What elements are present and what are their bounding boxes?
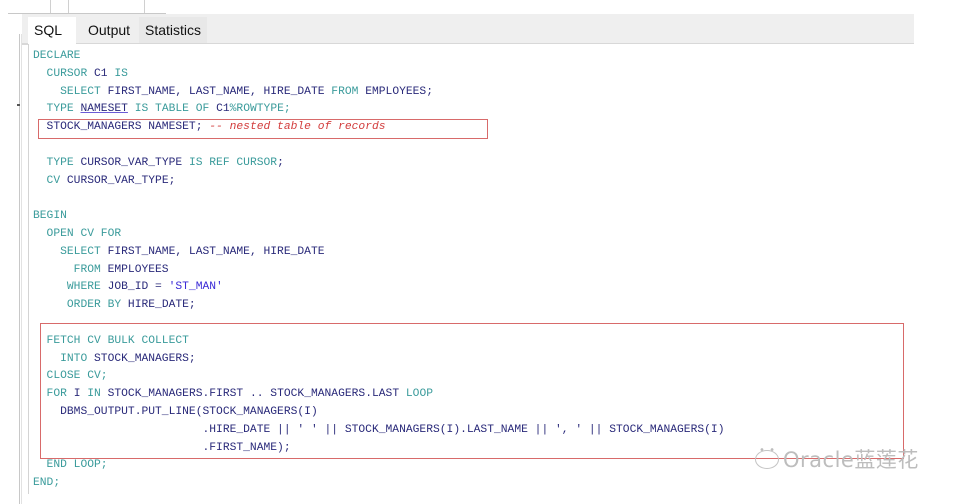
code-keyword: CURSOR	[33, 67, 95, 80]
code-line: END;	[33, 475, 724, 493]
code-keyword: END LOOP;	[33, 459, 108, 472]
tab-sql[interactable]: SQL	[28, 17, 76, 45]
highlight-box-nested-table	[38, 119, 488, 139]
code-keyword: DECLARE	[33, 50, 81, 62]
code-keyword: IS	[114, 67, 128, 80]
code-identifier: FIRST_NAME, LAST_NAME, HIRE_DATE	[107, 245, 325, 258]
code-keyword: %ROWTYPE;	[229, 103, 291, 116]
left-gutter	[0, 14, 22, 504]
code-keyword: OPEN CV FOR	[33, 227, 122, 240]
gutter-marker	[17, 104, 20, 106]
code-identifier: EMPLOYEES	[107, 263, 169, 276]
code-string: 'ST_MAN'	[168, 281, 223, 294]
code-keyword: IS TABLE OF	[127, 103, 217, 116]
code-line: OPEN CV FOR	[33, 226, 724, 244]
wechat-icon	[755, 445, 779, 469]
code-keyword: FROM	[33, 263, 108, 276]
code-identifier: FIRST_NAME, LAST_NAME, HIRE_DATE	[107, 85, 332, 98]
gutter-border	[21, 34, 22, 504]
code-identifier: C1	[216, 103, 230, 116]
code-identifier: JOB_ID =	[107, 281, 169, 294]
toolbar-divider	[68, 0, 69, 13]
toolbar-divider	[50, 0, 51, 13]
code-identifier: ;	[277, 156, 284, 169]
code-keyword: WHERE	[33, 281, 108, 294]
code-keyword: FROM	[331, 85, 366, 98]
code-keyword: SELECT	[33, 85, 108, 98]
code-line: WHERE JOB_ID = 'ST_MAN'	[33, 279, 724, 297]
toolbar-divider	[144, 0, 145, 13]
top-toolbar-strip	[8, 0, 166, 14]
code-line: ORDER BY HIRE_DATE;	[33, 297, 724, 315]
watermark: Oracle蓝莲花	[755, 444, 919, 474]
code-keyword: TYPE	[33, 103, 81, 116]
watermark-text: Oracle蓝莲花	[783, 448, 919, 472]
code-keyword: BEGIN	[33, 210, 67, 223]
code-line: TYPE NAMESET IS TABLE OF C1%ROWTYPE;	[33, 101, 724, 119]
code-keyword: END;	[33, 477, 61, 490]
code-keyword: CV	[33, 174, 67, 187]
highlight-box-bulk-collect	[40, 323, 904, 459]
code-identifier: CURSOR_VAR_TYPE	[80, 156, 189, 169]
code-line: CV CURSOR_VAR_TYPE;	[33, 173, 724, 191]
code-identifier: EMPLOYEES;	[365, 85, 433, 98]
code-identifier: C1	[94, 67, 115, 80]
code-identifier: HIRE_DATE;	[127, 299, 196, 312]
tab-statistics[interactable]: Statistics	[139, 17, 208, 43]
code-identifier: CURSOR_VAR_TYPE;	[66, 174, 176, 187]
code-keyword: IS REF CURSOR	[188, 156, 278, 169]
code-line: DECLARE	[33, 48, 724, 66]
code-keyword: SELECT	[33, 245, 108, 258]
code-line: BEGIN	[33, 208, 724, 226]
code-line: TYPE CURSOR_VAR_TYPE IS REF CURSOR;	[33, 155, 724, 173]
code-line: FROM EMPLOYEES	[33, 262, 724, 280]
result-tabbar: SQL Output Statistics	[22, 14, 914, 45]
code-line: END LOOP;	[33, 457, 724, 475]
code-line: SELECT FIRST_NAME, LAST_NAME, HIRE_DATE …	[33, 84, 724, 102]
code-keyword: ORDER BY	[33, 299, 128, 312]
tab-output[interactable]: Output	[82, 17, 136, 43]
code-line: SELECT FIRST_NAME, LAST_NAME, HIRE_DATE	[33, 244, 724, 262]
code-line: CURSOR C1 IS	[33, 66, 724, 84]
code-identifier: NAMESET	[80, 103, 128, 116]
code-keyword: TYPE	[33, 156, 81, 169]
